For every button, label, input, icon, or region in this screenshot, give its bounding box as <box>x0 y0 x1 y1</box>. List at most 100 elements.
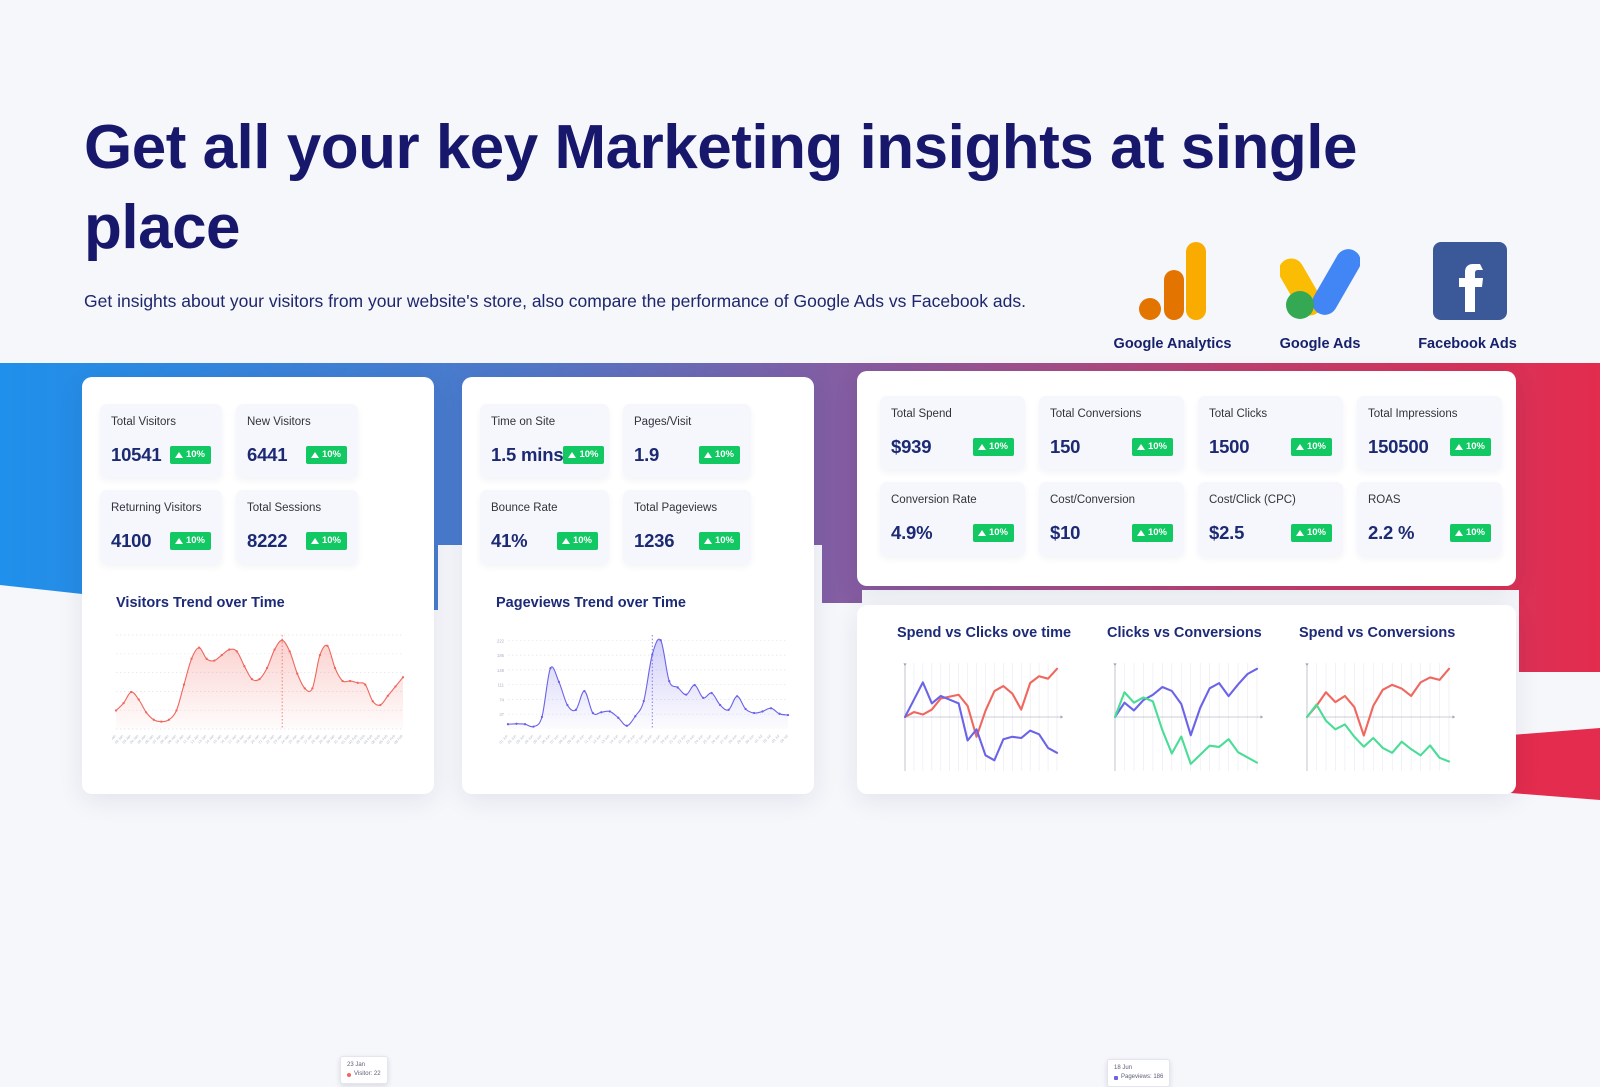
logo-google-ads[interactable]: Google Ads <box>1258 238 1383 352</box>
kpi-delta-text: 10% <box>714 449 734 461</box>
trend-up-icon <box>1454 444 1463 450</box>
trend-up-icon <box>1136 530 1145 536</box>
kpi-value: 150500 <box>1368 436 1429 457</box>
kpi-value: 1236 <box>634 530 675 551</box>
chart-pageviews-trend[interactable]: 222185148111743701 Jun02 Jun03 Jun04 Jun… <box>490 629 792 759</box>
trend-up-icon <box>310 538 319 544</box>
kpi-value: 1.5 mins <box>491 444 564 465</box>
kpi-label: Bounce Rate <box>491 502 558 514</box>
kpi-tile-conversion-rate[interactable]: Conversion Rate 4.9% 10% <box>880 482 1025 556</box>
trend-up-icon <box>310 452 319 458</box>
panel-ads-comparison-charts: Spend vs Clicks ove time Clicks vs Conve… <box>857 605 1516 794</box>
kpi-value: 10541 <box>111 444 162 465</box>
kpi-delta-badge: 10% <box>1449 438 1491 456</box>
kpi-tile-total-impressions[interactable]: Total Impressions 150500 10% <box>1357 396 1502 470</box>
svg-text:74: 74 <box>499 697 504 702</box>
kpi-delta-text: 10% <box>988 527 1008 539</box>
kpi-value: 2.2 % <box>1368 522 1415 543</box>
kpi-tile-time-on-site[interactable]: Time on Site 1.5 mins 10% <box>480 404 609 478</box>
kpi-delta-badge: 10% <box>1290 438 1332 456</box>
panel-pageviews-engagement: Time on Site 1.5 mins 10% Pages/Visit 1.… <box>462 377 1171 1087</box>
kpi-tile-total-spend[interactable]: Total Spend $939 10% <box>880 396 1025 470</box>
kpi-delta-text: 10% <box>1147 527 1167 539</box>
kpi-tile-new-visitors[interactable]: New Visitors 6441 10% <box>236 404 358 478</box>
kpi-tile-total-pageviews[interactable]: Total Pageviews 1236 10% <box>623 490 751 564</box>
trend-up-icon <box>174 538 183 544</box>
kpi-tile-cost-per-conversion[interactable]: Cost/Conversion $10 10% <box>1039 482 1184 556</box>
kpi-grid-engagement: Time on Site 1.5 mins 10% Pages/Visit 1.… <box>480 404 751 564</box>
kpi-label: Total Impressions <box>1368 408 1458 420</box>
chart-visitors-trend[interactable]: 01 Jan02 Jan03 Jan04 Jan05 Jan06 Jan07 J… <box>112 629 407 759</box>
chart-title-visitors-trend: Visitors Trend over Time <box>116 595 285 611</box>
page-header: Get all your key Marketing insights at s… <box>0 0 1600 363</box>
kpi-delta-badge: 10% <box>305 532 347 550</box>
kpi-delta-badge: 10% <box>169 532 211 550</box>
logo-label: Google Ads <box>1279 336 1361 352</box>
logo-google-analytics[interactable]: Google Analytics <box>1110 238 1235 352</box>
svg-text:02 Jul: 02 Jul <box>762 734 772 744</box>
kpi-label: Total Conversions <box>1050 408 1142 420</box>
kpi-label: Time on Site <box>491 416 556 428</box>
tooltip-date: 18 Jun <box>1114 1065 1133 1071</box>
kpi-delta-badge: 10% <box>169 446 211 464</box>
svg-text:222: 222 <box>497 638 505 643</box>
trend-up-icon <box>568 452 577 458</box>
mini-chart-clicks-vs-conversions: Clicks vs Conversions <box>1107 625 1312 779</box>
tooltip-date: 23 Jan <box>347 1062 366 1068</box>
kpi-delta-badge: 10% <box>972 524 1014 542</box>
trend-up-icon <box>703 452 712 458</box>
kpi-delta-badge: 10% <box>698 532 740 550</box>
kpi-delta-text: 10% <box>1465 441 1485 453</box>
kpi-tile-returning-visitors[interactable]: Returning Visitors 4100 10% <box>100 490 222 564</box>
logo-facebook-ads[interactable]: Facebook Ads <box>1405 238 1530 352</box>
kpi-delta-badge: 10% <box>1131 438 1173 456</box>
kpi-label: Total Pageviews <box>634 502 718 514</box>
kpi-tile-total-sessions[interactable]: Total Sessions 8222 10% <box>236 490 358 564</box>
kpi-value: 6441 <box>247 444 288 465</box>
kpi-label: ROAS <box>1368 494 1401 506</box>
chart-title-spend-vs-clicks: Spend vs Clicks ove time <box>897 625 1072 641</box>
kpi-delta-text: 10% <box>1306 441 1326 453</box>
kpi-label: Cost/Conversion <box>1050 494 1136 506</box>
chart-title-pageviews-trend: Pageviews Trend over Time <box>496 595 686 611</box>
kpi-delta-badge: 10% <box>1290 524 1332 542</box>
kpi-tile-cost-per-click[interactable]: Cost/Click (CPC) $2.5 10% <box>1198 482 1343 556</box>
kpi-delta-text: 10% <box>1306 527 1326 539</box>
mini-chart-spend-vs-clicks: Spend vs Clicks ove time <box>897 625 1102 779</box>
kpi-value: 4100 <box>111 530 152 551</box>
kpi-tile-total-conversions[interactable]: Total Conversions 150 10% <box>1039 396 1184 470</box>
chart-tooltip-visitors: 23 Jan Visitor: 22 <box>340 1056 388 1084</box>
kpi-delta-text: 10% <box>572 535 592 547</box>
chart-spend-vs-clicks[interactable] <box>897 657 1065 779</box>
chart-title-spend-vs-conversions: Spend vs Conversions <box>1299 625 1456 641</box>
trend-up-icon <box>1295 530 1304 536</box>
kpi-delta-badge: 10% <box>698 446 740 464</box>
svg-text:185: 185 <box>497 653 505 658</box>
chart-title-clicks-vs-conversions: Clicks vs Conversions <box>1107 625 1262 641</box>
kpi-tile-total-visitors[interactable]: Total Visitors 10541 10% <box>100 404 222 478</box>
kpi-tile-bounce-rate[interactable]: Bounce Rate 41% 10% <box>480 490 609 564</box>
kpi-value: 1500 <box>1209 436 1250 457</box>
kpi-delta-badge: 10% <box>556 532 598 550</box>
kpi-tile-pages-per-visit[interactable]: Pages/Visit 1.9 10% <box>623 404 751 478</box>
kpi-tile-roas[interactable]: ROAS 2.2 % 10% <box>1357 482 1502 556</box>
kpi-value: 150 <box>1050 436 1081 457</box>
chart-spend-vs-conversions[interactable] <box>1299 657 1457 779</box>
mini-chart-spend-vs-conversions: Spend vs Conversions <box>1299 625 1504 779</box>
kpi-delta-text: 10% <box>321 535 341 547</box>
tooltip-series-value: Visitor: 22 <box>354 1071 381 1077</box>
kpi-label: Total Clicks <box>1209 408 1268 420</box>
chart-clicks-vs-conversions[interactable] <box>1107 657 1265 779</box>
panel-ads-kpis: Total Spend $939 10% Total Conversions 1… <box>857 371 1516 586</box>
svg-text:111: 111 <box>498 683 505 688</box>
trend-up-icon <box>1454 530 1463 536</box>
kpi-delta-badge: 10% <box>1131 524 1173 542</box>
kpi-grid-ads: Total Spend $939 10% Total Conversions 1… <box>880 396 1502 556</box>
kpi-label: Conversion Rate <box>891 494 977 506</box>
kpi-label: Total Sessions <box>247 502 322 514</box>
trend-up-icon <box>1295 444 1304 450</box>
kpi-delta-badge: 10% <box>305 446 347 464</box>
kpi-delta-text: 10% <box>185 535 205 547</box>
kpi-tile-total-clicks[interactable]: Total Clicks 1500 10% <box>1198 396 1343 470</box>
tooltip-series-dot <box>347 1072 351 1077</box>
